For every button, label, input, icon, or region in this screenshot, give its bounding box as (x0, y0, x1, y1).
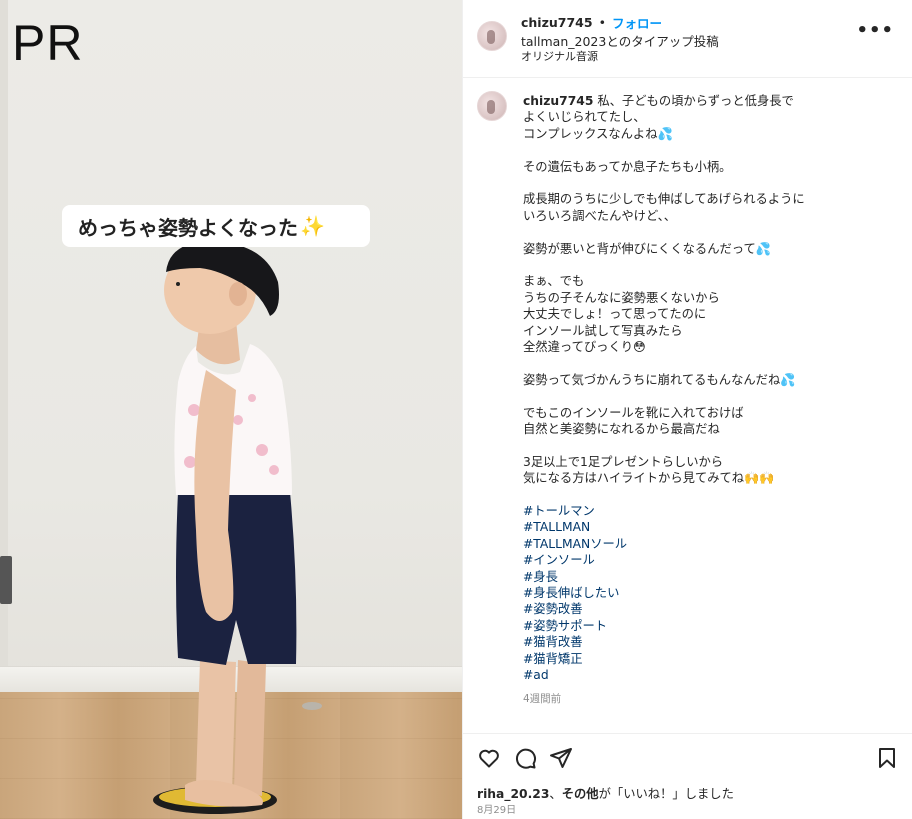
pr-label: PR (12, 15, 84, 71)
caption-paragraph: その遺伝もあってか息子たちも小柄。 (523, 159, 732, 174)
hashtag-list: #トールマン #TALLMAN #TALLMANソール #インソール #身長 #… (523, 503, 903, 683)
instagram-post: PR めっちゃ姿勢よくなった ✨ chizu7745 • フォロー tallma… (0, 0, 912, 819)
hashtag-link[interactable]: #猫背矯正 (523, 651, 903, 667)
child-photo (153, 241, 322, 814)
others-link[interactable]: その他 (562, 787, 599, 801)
liker-username[interactable]: riha_20.23 (477, 787, 549, 801)
caption-username[interactable]: chizu7745 (523, 94, 593, 108)
caption-paragraph: 姿勢って気づかんうちに崩れてるもんなんだね💦 (523, 372, 796, 387)
hashtag-link[interactable]: #TALLMANソール (523, 536, 903, 552)
hashtag-link[interactable]: #インソール (523, 552, 903, 568)
author-avatar[interactable] (477, 21, 507, 51)
image-caption-text: めっちゃ姿勢よくなった (78, 215, 298, 240)
author-username[interactable]: chizu7745 (521, 15, 593, 30)
hashtag-link[interactable]: #猫背改善 (523, 634, 903, 650)
hashtag-link[interactable]: #トールマン (523, 503, 903, 519)
share-icon[interactable] (549, 746, 573, 770)
comment-icon[interactable] (513, 746, 537, 770)
hashtag-link[interactable]: #身長伸ばしたい (523, 585, 903, 601)
post-sidebar: chizu7745 • フォロー tallman_2023とのタイアップ投稿 オ… (462, 0, 912, 819)
hashtag-link[interactable]: #身長 (523, 569, 903, 585)
save-bookmark-icon[interactable] (875, 746, 899, 770)
caption-paragraph: でもこのインソールを靴に入れておけば 自然と美姿勢になれるから最高だね (523, 405, 744, 437)
caption-paragraph: まぁ、でも うちの子そんなに姿勢悪くないから 大丈夫でしょ！って思ってたのに イ… (523, 274, 720, 355)
caption-paragraph: 成長期のうちに少しでも伸ばしてあげられるように いろいろ調べたんやけど、、 (523, 192, 805, 223)
post-header: chizu7745 • フォロー tallman_2023とのタイアップ投稿 オ… (463, 0, 912, 78)
caption-avatar[interactable] (477, 91, 507, 121)
more-options-icon[interactable]: ••• (856, 22, 894, 40)
post-caption: chizu7745 私、子どもの頃からずっと低身長で よくいじられてたし、 コン… (463, 78, 912, 733)
hashtag-link[interactable]: #ad (523, 667, 903, 683)
hashtag-link[interactable]: #姿勢サポート (523, 618, 903, 634)
action-bar: riha_20.23、その他が「いいね！」しました 8月29日 (463, 733, 912, 819)
heart-icon[interactable] (477, 746, 501, 770)
header-line: chizu7745 • フォロー (521, 13, 662, 32)
caption-paragraph: 3足以上で1足プレゼントらしいから 気になる方はハイライトから見てみてね🙌🙌 (523, 454, 775, 486)
post-date[interactable]: 8月29日 (477, 801, 516, 816)
audio-label[interactable]: オリジナル音源 (521, 48, 598, 64)
sparkles-icon: ✨ (300, 214, 325, 238)
likes-summary: riha_20.23、その他が「いいね！」しました (477, 787, 734, 801)
image-caption: めっちゃ姿勢よくなった ✨ (62, 205, 370, 247)
caption-paragraph: 姿勢が悪いと背が伸びにくくなるんだって💦 (523, 241, 772, 256)
separator-dot: • (598, 15, 606, 30)
hashtag-link[interactable]: #TALLMAN (523, 519, 903, 535)
hashtag-link[interactable]: #姿勢改善 (523, 601, 903, 617)
follow-button[interactable]: フォロー (612, 13, 662, 32)
caption-body: chizu7745 私、子どもの頃からずっと低身長で よくいじられてたし、 コン… (523, 93, 903, 707)
post-image[interactable]: PR めっちゃ姿勢よくなった ✨ (0, 0, 462, 819)
caption-timestamp[interactable]: 4週間前 (523, 691, 903, 707)
caption-paragraph: chizu7745 私、子どもの頃からずっと低身長で よくいじられてたし、 コン… (523, 94, 794, 141)
